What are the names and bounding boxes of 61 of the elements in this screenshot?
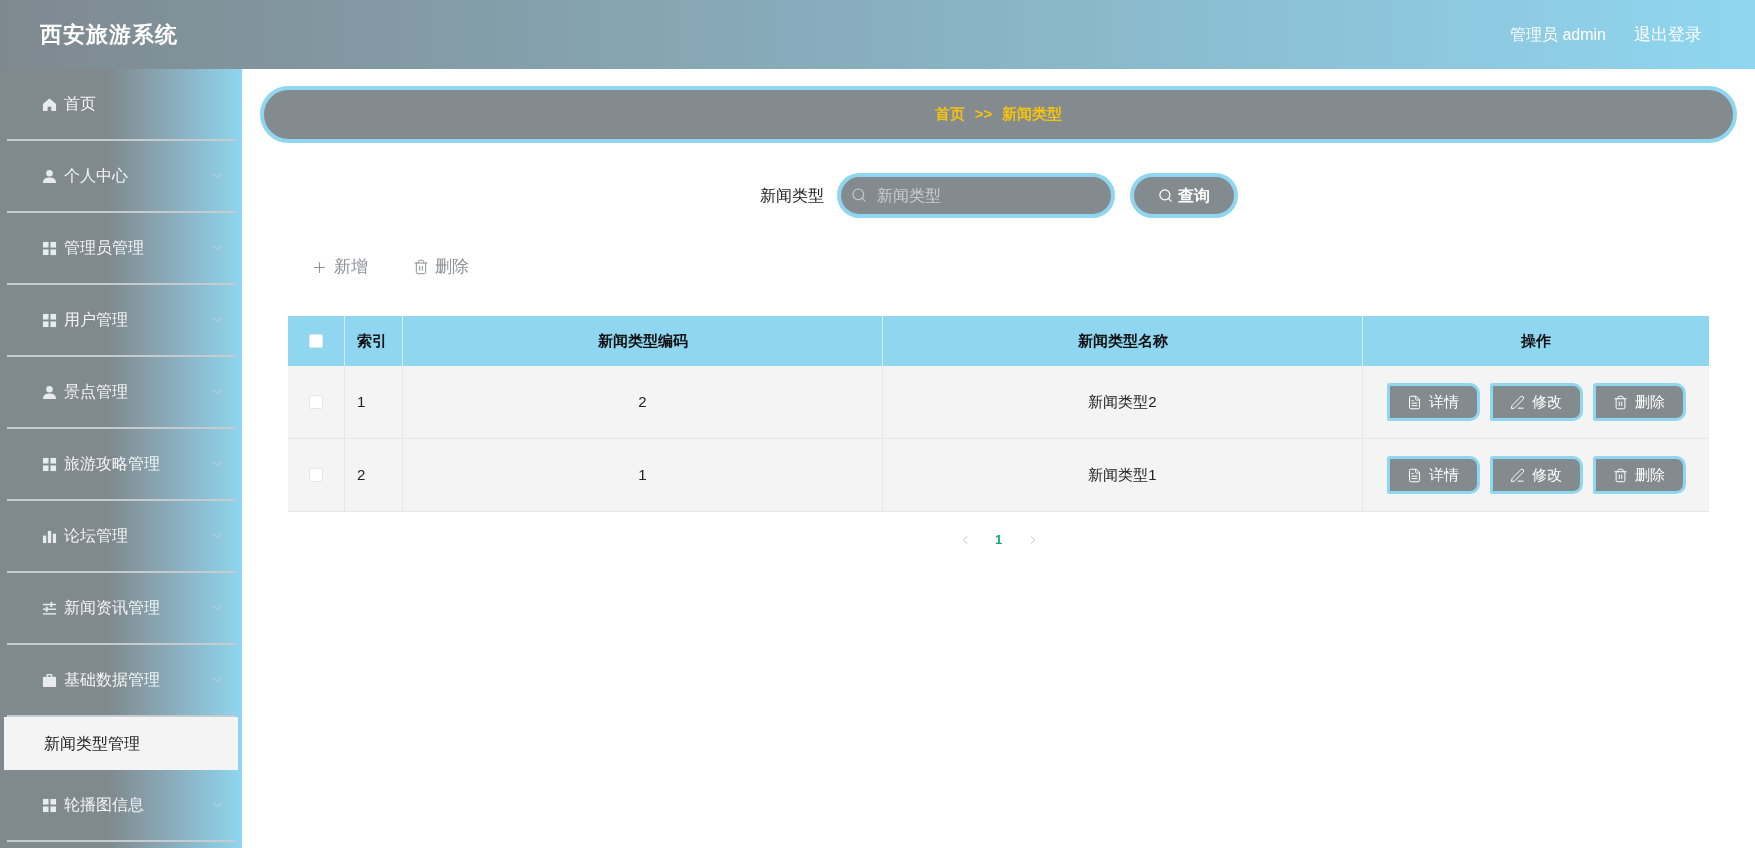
search-field[interactable]: 新闻类型 [836, 173, 1115, 218]
app-title: 西安旅游系统 [40, 21, 178, 49]
breadcrumb-link[interactable]: 首页 [934, 103, 965, 126]
add-button[interactable]: 新增 [311, 254, 368, 280]
search-icon [850, 187, 867, 203]
sidebar-item[interactable]: 轮播图信息 [0, 770, 242, 840]
header-cell: 新闻类型名称 [883, 316, 1363, 366]
select-all-checkbox[interactable] [309, 334, 323, 348]
sidebar-item[interactable]: 管理员管理 [0, 213, 242, 283]
user-icon [42, 384, 57, 400]
sidebar-item[interactable]: 基础数据管理 [0, 645, 242, 715]
table-cell: 新闻类型2 [883, 366, 1363, 439]
sidebar-item[interactable]: 个人中心 [0, 141, 242, 211]
pencil-icon [1510, 394, 1525, 410]
table-cell: 2 [345, 439, 403, 512]
sidebar-item[interactable]: 首页 [0, 69, 242, 139]
sidebar-item[interactable]: 旅游攻略管理 [0, 429, 242, 499]
sliders-icon [42, 600, 57, 616]
sidebar-item[interactable]: 用户管理 [0, 285, 242, 355]
trash-icon [1613, 394, 1628, 410]
grid-icon [42, 456, 57, 472]
search-label: 新闻类型 [759, 185, 824, 206]
edit-button[interactable]: 修改 [1489, 456, 1583, 494]
trash-icon [1613, 467, 1628, 483]
grid-icon [42, 240, 57, 256]
edit-button[interactable]: 修改 [1489, 383, 1583, 421]
grid-icon [42, 797, 57, 813]
header-cell: 操作 [1363, 316, 1709, 366]
page-number-button[interactable]: 1 [990, 526, 1007, 554]
table-cell: 2 [403, 366, 883, 439]
logout-link[interactable]: 退出登录 [1634, 21, 1702, 48]
breadcrumb-current: 新闻类型 [1002, 104, 1063, 125]
submenu-item[interactable]: 新闻类型管理 [4, 717, 238, 770]
batch-delete-button[interactable]: 删除 [413, 254, 469, 280]
user-icon [42, 168, 57, 184]
briefcase-icon [42, 672, 57, 688]
table-cell: 1 [403, 439, 883, 512]
search-button[interactable]: 查询 [1129, 173, 1238, 218]
document-icon [1407, 394, 1422, 410]
header-cell: 新闻类型编码 [403, 316, 883, 366]
breadcrumb-separator: >> [974, 104, 993, 125]
row-checkbox[interactable] [309, 468, 323, 482]
detail-button[interactable]: 详情 [1386, 383, 1480, 421]
delete-button[interactable]: 删除 [1592, 383, 1686, 421]
delete-button[interactable]: 删除 [1592, 456, 1686, 494]
home-icon [42, 96, 57, 112]
trash-icon [413, 259, 429, 275]
grid-icon [42, 312, 57, 328]
user-label: 管理员 admin [1509, 24, 1606, 45]
detail-button[interactable]: 详情 [1386, 456, 1480, 494]
sidebar-item[interactable]: 新闻资讯管理 [0, 573, 242, 643]
search-icon [1157, 188, 1173, 203]
document-icon [1407, 467, 1422, 483]
table-cell: 1 [345, 366, 403, 439]
sidebar-item[interactable]: 论坛管理 [0, 501, 242, 571]
header-cell: 索引 [345, 316, 403, 366]
pencil-icon [1510, 467, 1525, 483]
table-cell: 新闻类型1 [883, 439, 1363, 512]
row-checkbox[interactable] [309, 395, 323, 409]
bar-chart-icon [42, 528, 57, 544]
sidebar-item[interactable]: 景点管理 [0, 357, 242, 427]
